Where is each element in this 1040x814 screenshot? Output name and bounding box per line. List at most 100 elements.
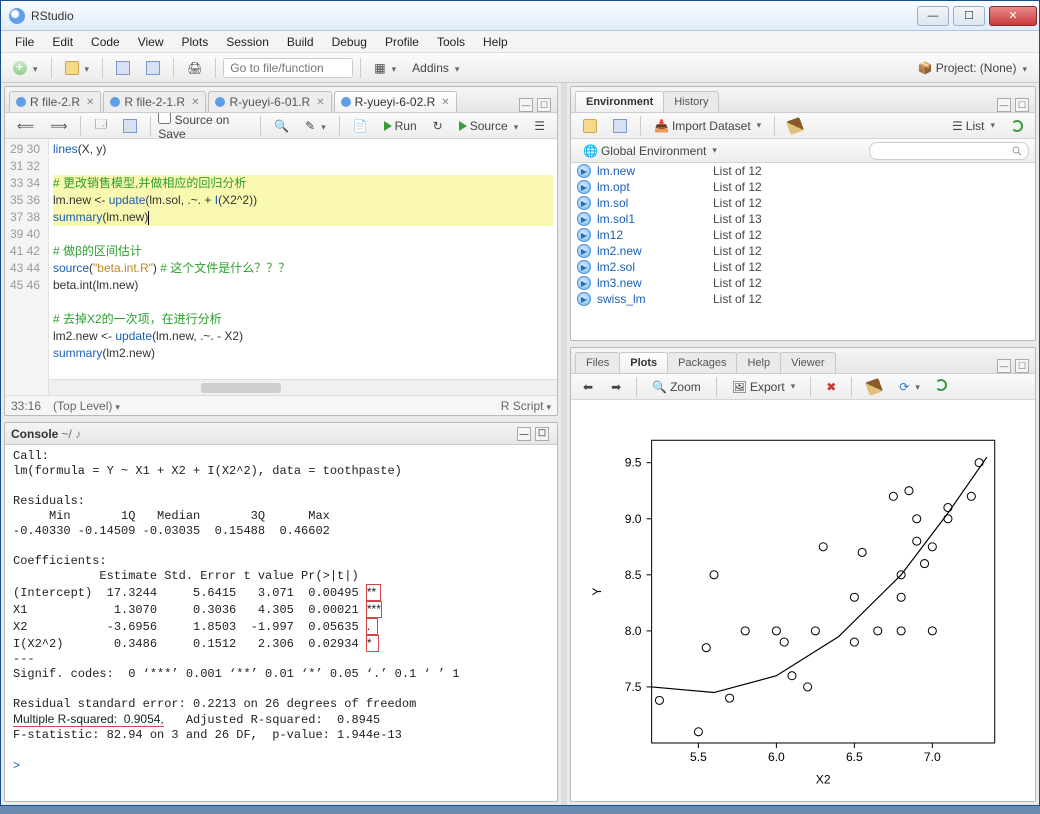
- menu-session[interactable]: Session: [218, 33, 277, 51]
- env-item[interactable]: ▶lm.solList of 12: [571, 195, 1035, 211]
- svg-text:9.5: 9.5: [625, 456, 642, 470]
- back-button[interactable]: ⟸: [11, 116, 40, 136]
- prev-plot-button[interactable]: ⬅: [577, 377, 599, 397]
- plots-tabs: FilesPlotsPackagesHelpViewer — ☐: [571, 348, 1035, 374]
- minimize-plots-icon[interactable]: —: [997, 359, 1011, 373]
- plot-viewport: 5.56.06.57.07.58.08.59.09.5X2Y: [571, 400, 1035, 801]
- source-tab[interactable]: R-yueyi-6-01.R✕: [208, 91, 331, 112]
- code-tools-button[interactable]: ✎: [299, 116, 332, 136]
- menu-plots[interactable]: Plots: [174, 33, 217, 51]
- maximize-env-icon[interactable]: ☐: [1015, 98, 1029, 112]
- menu-profile[interactable]: Profile: [377, 33, 427, 51]
- import-dataset-button[interactable]: 📥 Import Dataset: [648, 116, 767, 136]
- save-button[interactable]: [110, 58, 136, 78]
- menu-file[interactable]: File: [7, 33, 42, 51]
- menu-code[interactable]: Code: [83, 33, 128, 51]
- save-source-button[interactable]: [117, 116, 143, 136]
- publish-button[interactable]: ⟳: [893, 377, 926, 397]
- new-file-button[interactable]: [7, 58, 44, 78]
- minimize-env-icon[interactable]: —: [997, 98, 1011, 112]
- refresh-plot-button[interactable]: [929, 376, 953, 394]
- load-workspace-button[interactable]: [577, 116, 603, 136]
- maximize-button[interactable]: ☐: [953, 6, 985, 26]
- tab-plots[interactable]: Plots: [619, 352, 668, 373]
- scope-selector[interactable]: (Top Level): [53, 399, 120, 413]
- zoom-button[interactable]: 🔍 Zoom: [646, 377, 707, 397]
- svg-text:7.5: 7.5: [625, 680, 642, 694]
- clear-plots-button[interactable]: [861, 377, 887, 397]
- next-plot-button[interactable]: ➡: [605, 377, 627, 397]
- env-item[interactable]: ▶lm12List of 12: [571, 227, 1035, 243]
- environment-list[interactable]: ▶lm.newList of 12▶lm.optList of 12▶lm.so…: [571, 163, 1035, 340]
- env-item[interactable]: ▶lm.sol1List of 13: [571, 211, 1035, 227]
- view-mode-selector[interactable]: ☰ List: [946, 116, 1001, 136]
- show-in-new-window-button[interactable]: 🗔: [88, 112, 113, 139]
- menu-tools[interactable]: Tools: [429, 33, 473, 51]
- tab-packages[interactable]: Packages: [667, 352, 737, 373]
- refresh-env-button[interactable]: [1005, 117, 1029, 135]
- find-button[interactable]: 🔍: [268, 116, 295, 136]
- code-editor[interactable]: 29 30 31 32 33 34 35 36 37 38 39 40 41 4…: [5, 139, 557, 395]
- maximize-plots-icon[interactable]: ☐: [1015, 359, 1029, 373]
- goto-file-input[interactable]: [223, 58, 353, 78]
- environment-toolbar: 📥 Import Dataset ☰ List: [571, 113, 1035, 139]
- source-button[interactable]: Source: [453, 116, 525, 136]
- tab-history[interactable]: History: [663, 91, 719, 112]
- export-button[interactable]: 🖼 Export: [726, 377, 801, 397]
- env-scope-selector[interactable]: 🌐 Global Environment: [577, 141, 723, 161]
- tab-viewer[interactable]: Viewer: [780, 352, 835, 373]
- tab-files[interactable]: Files: [575, 352, 620, 373]
- console-output[interactable]: Call: lm(formula = Y ~ X1 + X2 + I(X2^2)…: [5, 445, 557, 801]
- horizontal-scrollbar[interactable]: [49, 379, 557, 395]
- save-workspace-button[interactable]: [607, 116, 633, 136]
- env-filter-input[interactable]: [869, 142, 1029, 160]
- close-button[interactable]: ✕: [989, 6, 1037, 26]
- close-tab-icon[interactable]: ✕: [86, 97, 94, 108]
- compile-report-button[interactable]: 📄: [347, 116, 374, 136]
- save-all-button[interactable]: [140, 58, 166, 78]
- maximize-console-icon[interactable]: ☐: [535, 427, 549, 441]
- svg-text:6.5: 6.5: [846, 750, 863, 764]
- addins-button[interactable]: Addins: [406, 58, 465, 78]
- menu-view[interactable]: View: [130, 33, 172, 51]
- env-item[interactable]: ▶lm2.solList of 12: [571, 259, 1035, 275]
- tab-help[interactable]: Help: [736, 352, 781, 373]
- env-item[interactable]: ▶lm3.newList of 12: [571, 275, 1035, 291]
- source-tab[interactable]: R file-2.R✕: [9, 91, 101, 112]
- close-tab-icon[interactable]: ✕: [316, 97, 324, 108]
- close-tab-icon[interactable]: ✕: [191, 97, 199, 108]
- data-icon: ▶: [577, 244, 591, 258]
- run-button[interactable]: Run: [378, 116, 423, 136]
- tab-environment[interactable]: Environment: [575, 91, 664, 112]
- content-area: R file-2.R✕R file-2-1.R✕R-yueyi-6-01.R✕R…: [1, 83, 1039, 805]
- workspace-panes-button[interactable]: ▦: [368, 58, 402, 78]
- menu-edit[interactable]: Edit: [44, 33, 81, 51]
- menu-build[interactable]: Build: [279, 33, 322, 51]
- env-item[interactable]: ▶swiss_lmList of 12: [571, 291, 1035, 307]
- source-on-save-checkbox[interactable]: Source on Save: [158, 111, 253, 141]
- env-item[interactable]: ▶lm.optList of 12: [571, 179, 1035, 195]
- outline-button[interactable]: ☰: [528, 116, 551, 136]
- clear-env-button[interactable]: [782, 116, 808, 136]
- editor-statusbar: 33:16 (Top Level) R Script: [5, 395, 557, 415]
- remove-plot-button[interactable]: ✖: [820, 377, 842, 397]
- rerun-button[interactable]: ↻: [427, 116, 449, 136]
- open-file-button[interactable]: [59, 58, 96, 78]
- minimize-pane-icon[interactable]: —: [519, 98, 533, 112]
- env-item[interactable]: ▶lm.newList of 12: [571, 163, 1035, 179]
- minimize-button[interactable]: —: [917, 6, 949, 26]
- window-title: RStudio: [31, 9, 915, 23]
- close-tab-icon[interactable]: ✕: [441, 97, 449, 108]
- filetype-selector[interactable]: R Script: [501, 399, 551, 413]
- menu-debug[interactable]: Debug: [324, 33, 375, 51]
- menu-help[interactable]: Help: [475, 33, 516, 51]
- project-menu[interactable]: 📦 Project: (None): [912, 58, 1033, 78]
- minimize-console-icon[interactable]: —: [517, 427, 531, 441]
- source-tab[interactable]: R file-2-1.R✕: [103, 91, 206, 112]
- maximize-pane-icon[interactable]: ☐: [537, 98, 551, 112]
- env-item[interactable]: ▶lm2.newList of 12: [571, 243, 1035, 259]
- print-button[interactable]: 🖨: [181, 58, 208, 78]
- data-icon: ▶: [577, 292, 591, 306]
- source-tab[interactable]: R-yueyi-6-02.R✕: [334, 91, 457, 112]
- forward-button[interactable]: ⟹: [44, 116, 73, 136]
